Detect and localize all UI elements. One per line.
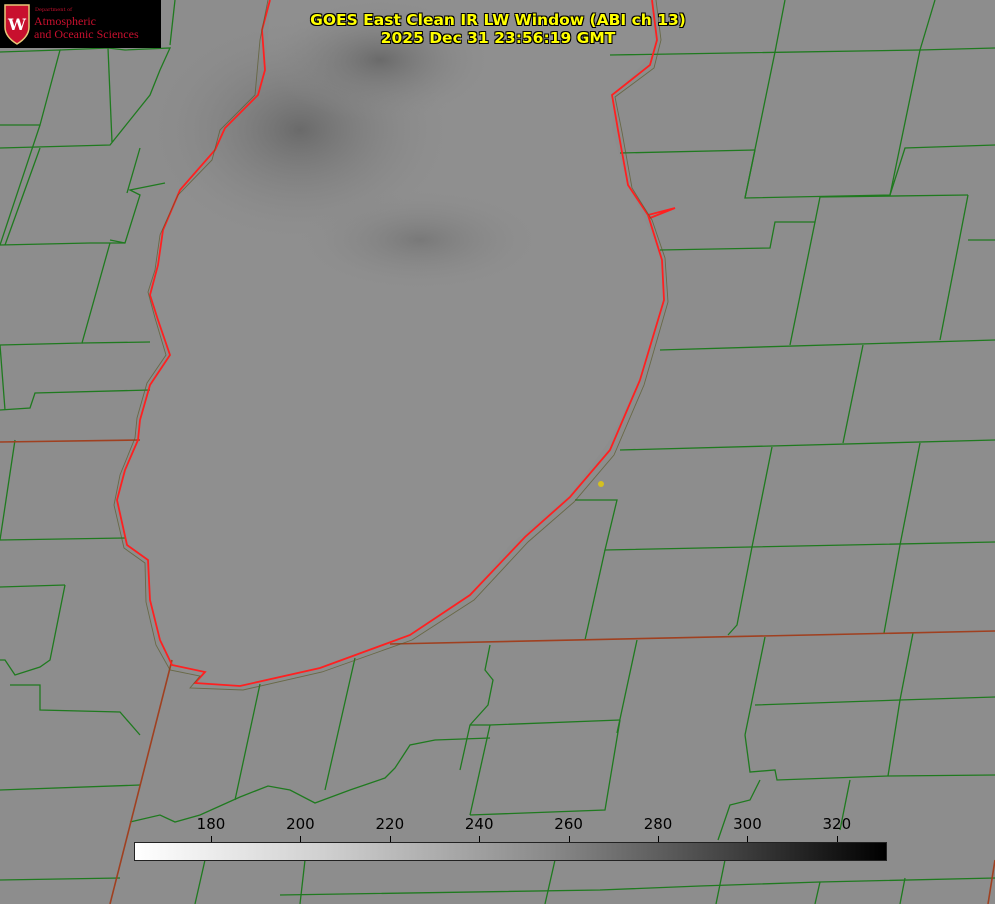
colorbar-tick-mark [210, 836, 212, 842]
colorbar-tick-mark [479, 836, 481, 842]
colorbar-tick-mark [658, 836, 660, 842]
colorbar-tick-label: 220 [375, 815, 405, 833]
colorbar-tick-mark [389, 836, 391, 842]
colorbar-tick-mark [568, 836, 570, 842]
title-timestamp: 2025 Dec 31 23:56:19 GMT [380, 29, 616, 47]
colorbar-tick-label: 260 [554, 815, 583, 833]
cloud-patch [300, 190, 540, 290]
colorbar-tick-label: 180 [196, 815, 226, 833]
location-marker [598, 481, 604, 487]
image-title: GOES East Clean IR LW Window (ABI ch 13)… [0, 11, 995, 47]
colorbar-legend: 180 200 220 240 260 280 300 320 [134, 815, 887, 861]
colorbar-tick-label: 320 [822, 815, 852, 833]
colorbar-tick-mark [836, 836, 838, 842]
colorbar-tick-mark [747, 836, 749, 842]
title-product: GOES East Clean IR LW Window (ABI ch 13) [310, 11, 686, 29]
satellite-map: W Department of Atmospheric and Oceanic … [0, 0, 995, 904]
colorbar-tick-label: 240 [464, 815, 494, 833]
map-canvas [0, 0, 995, 904]
colorbar-tick-label: 300 [733, 815, 762, 833]
colorbar-tick-label: 280 [643, 815, 673, 833]
colorbar-gradient [134, 842, 887, 861]
colorbar-tick-mark [300, 836, 302, 842]
colorbar-tick-label: 200 [286, 815, 315, 833]
